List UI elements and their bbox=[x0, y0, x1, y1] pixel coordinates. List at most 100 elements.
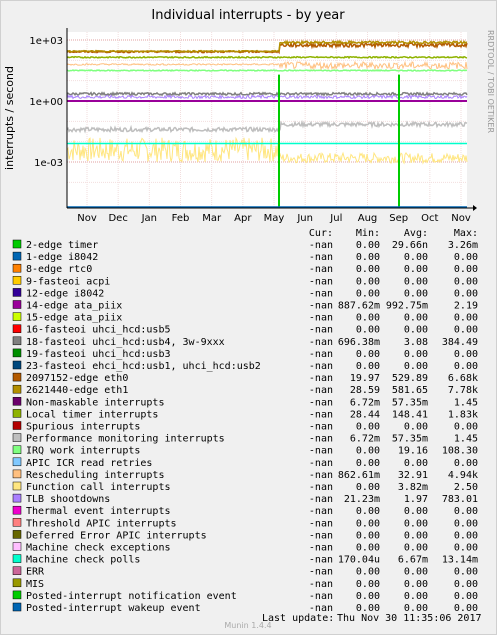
legend-swatch bbox=[12, 372, 22, 382]
munin-footer: Munin 1.4.4 bbox=[224, 621, 271, 630]
legend-value: 0.00 bbox=[454, 276, 478, 287]
legend-series-name: Deferred Error APIC interrupts bbox=[26, 530, 207, 541]
legend-value: 3.26m bbox=[448, 240, 478, 251]
legend-series-name: 16-fasteoi uhci_hcd:usb5 bbox=[26, 325, 171, 336]
legend-value: 887.62m bbox=[338, 301, 380, 312]
legend-swatch bbox=[12, 542, 22, 551]
legend-value: 0.00 bbox=[356, 446, 380, 457]
legend-column-header: Min: bbox=[356, 228, 380, 239]
legend-value: 0.00 bbox=[404, 543, 428, 554]
legend-series-name: 9-fasteoi acpi bbox=[26, 276, 110, 287]
interrupts-chart: Individual interrupts - by year interrup… bbox=[3, 8, 495, 630]
legend-swatch bbox=[12, 433, 22, 442]
legend-value: 0.00 bbox=[404, 458, 428, 469]
legend-value: -nan bbox=[309, 446, 333, 457]
legend-value: 0.00 bbox=[356, 422, 380, 433]
legend-series-name: APIC ICR read retries bbox=[26, 458, 152, 469]
legend-value: -nan bbox=[309, 337, 333, 348]
legend-series-name: TLB shootdowns bbox=[26, 494, 110, 505]
legend-value: 0.00 bbox=[454, 349, 478, 360]
x-tick-label: Nov bbox=[451, 213, 471, 224]
legend-swatch bbox=[12, 481, 22, 491]
chart-title: Individual interrupts - by year bbox=[151, 8, 345, 23]
legend-series-name: 2-edge timer bbox=[26, 240, 98, 251]
legend-series-name: 12-edge i8042 bbox=[26, 288, 104, 299]
legend-series-name: MIS bbox=[26, 579, 44, 590]
legend-value: 581.65 bbox=[392, 385, 428, 396]
last-update-value: Thu Nov 30 11:35:06 2017 bbox=[337, 613, 482, 624]
legend-swatch bbox=[12, 288, 22, 297]
legend-swatch bbox=[12, 409, 22, 418]
legend-swatch bbox=[12, 602, 22, 612]
legend-swatch bbox=[12, 421, 22, 430]
legend-value: 4.94k bbox=[448, 470, 478, 481]
x-tick-label: May bbox=[264, 213, 285, 224]
legend-value: 0.00 bbox=[356, 288, 380, 299]
legend-value: 28.59 bbox=[350, 385, 380, 396]
legend-value: -nan bbox=[309, 458, 333, 469]
legend-value: -nan bbox=[309, 530, 333, 541]
legend-value: 0.00 bbox=[356, 349, 380, 360]
legend-value: 1.97 bbox=[404, 494, 428, 505]
legend-series-name: 18-fasteoi uhci_hcd:usb4, 3w-9xxx bbox=[26, 337, 225, 348]
legend-swatch bbox=[12, 239, 22, 249]
legend-value: 0.00 bbox=[454, 543, 478, 554]
legend-value: 13.14m bbox=[442, 555, 478, 566]
legend-series-name: 1-edge i8042 bbox=[26, 252, 98, 263]
legend-value: 0.00 bbox=[356, 361, 380, 372]
legend-value: -nan bbox=[309, 494, 333, 505]
legend-swatch bbox=[12, 530, 22, 539]
legend-value: 0.00 bbox=[454, 591, 478, 602]
legend-column-header: Cur: bbox=[309, 228, 333, 239]
legend-value: 1.45 bbox=[454, 397, 478, 408]
legend-value: 0.00 bbox=[404, 579, 428, 590]
legend-value: 170.04u bbox=[338, 555, 380, 566]
legend-value: 0.00 bbox=[454, 361, 478, 372]
x-tick-label: Dec bbox=[108, 213, 127, 224]
legend-value: -nan bbox=[309, 264, 333, 275]
legend-value: 0.00 bbox=[454, 567, 478, 578]
legend-value: -nan bbox=[309, 591, 333, 602]
legend-value: 0.00 bbox=[356, 264, 380, 275]
x-tick-label: Nov bbox=[77, 213, 97, 224]
legend-value: 6.67m bbox=[398, 555, 428, 566]
legend-value: -nan bbox=[309, 409, 333, 420]
legend-value: 0.00 bbox=[404, 349, 428, 360]
legend-swatch bbox=[12, 276, 22, 285]
legend-swatch bbox=[12, 578, 22, 588]
legend-value: 19.16 bbox=[398, 446, 428, 457]
legend-value: 28.44 bbox=[350, 409, 380, 420]
legend-value: 0.00 bbox=[454, 518, 478, 529]
x-tick-label: Jan bbox=[141, 213, 157, 224]
legend-series-name: Thermal event interrupts bbox=[26, 506, 171, 517]
legend-swatch bbox=[12, 505, 22, 515]
legend-value: 0.00 bbox=[454, 530, 478, 541]
y-tick-labels: 1e-03 1e+00 1e+03 bbox=[29, 36, 63, 169]
legend-series-name: 2097152-edge eth0 bbox=[26, 373, 128, 384]
legend-series-name: Local timer interrupts bbox=[26, 409, 158, 420]
legend-value: 0.00 bbox=[404, 422, 428, 433]
legend-value: 1.83k bbox=[448, 409, 478, 420]
legend-value: -nan bbox=[309, 482, 333, 493]
legend-value: 384.49 bbox=[442, 337, 478, 348]
y-tick-label: 1e-03 bbox=[34, 158, 63, 169]
legend-value: 0.00 bbox=[404, 518, 428, 529]
legend-value: 0.00 bbox=[404, 264, 428, 275]
legend-series-name: Machine check exceptions bbox=[26, 543, 171, 554]
x-tick-label: Aug bbox=[358, 213, 378, 224]
legend-value: -nan bbox=[309, 252, 333, 263]
legend-value: -nan bbox=[309, 385, 333, 396]
legend-value: 0.00 bbox=[404, 288, 428, 299]
legend-value: 0.00 bbox=[404, 591, 428, 602]
legend-value: 0.00 bbox=[404, 506, 428, 517]
legend-series-name: ERR bbox=[26, 567, 45, 578]
rrdtool-credit: RRDTOOL / TOBI OETIKER bbox=[486, 30, 495, 133]
legend-series-name: 23-fasteoi ehci_hcd:usb1, uhci_hcd:usb2 bbox=[26, 361, 261, 372]
legend-swatch bbox=[12, 493, 22, 503]
legend-value: 57.35m bbox=[392, 434, 428, 445]
legend-value: 0.00 bbox=[404, 530, 428, 541]
legend-value: 21.23m bbox=[344, 494, 380, 505]
legend-value: 0.00 bbox=[454, 458, 478, 469]
legend-value: 108.30 bbox=[442, 446, 478, 457]
legend-series-name: Posted-interrupt wakeup event bbox=[26, 603, 201, 614]
